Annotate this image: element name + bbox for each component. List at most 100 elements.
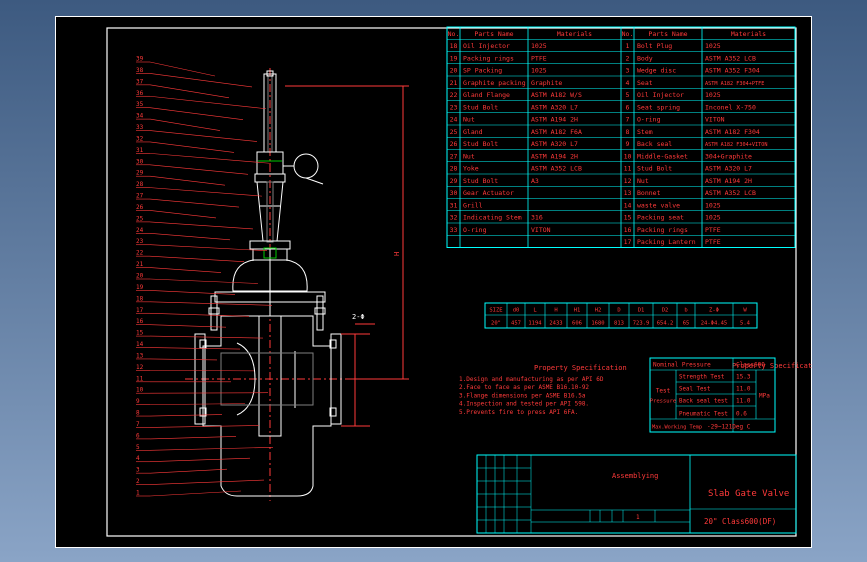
parts-table-cell: waste valve — [637, 201, 680, 209]
property-spec-item: 2.Face to face as per ASME B16.10-92 — [459, 384, 589, 391]
pressure-test-name: Pneumatic Test — [679, 412, 728, 418]
parts-table-cell: Indicating Stem — [463, 214, 522, 222]
leader-line — [149, 278, 259, 284]
parts-table-cell: 316 — [531, 214, 543, 222]
leader-lines — [136, 61, 274, 497]
balloon-23: 23 — [136, 238, 144, 245]
leader-line — [149, 73, 253, 88]
parts-table-cell: Yoke — [463, 165, 479, 173]
parts-table-cell: A3 — [531, 177, 539, 185]
dim-H-label: H — [393, 252, 401, 256]
leader-line — [149, 436, 237, 440]
balloon-21: 21 — [136, 261, 144, 268]
balloon-5: 5 — [136, 444, 140, 451]
test-pressure-label: Test — [656, 388, 671, 395]
handwheel-handle — [305, 177, 324, 185]
parts-table-cell: Packing rings — [637, 226, 688, 234]
parts-table-header: Parts Name — [474, 30, 513, 38]
parts-table-cell: 8 — [626, 128, 630, 136]
property-spec-item: 1.Design and manufacturing as per API 6D — [459, 376, 604, 383]
parts-table-cell: Body — [637, 54, 653, 62]
parts-table-cell: 10 — [624, 152, 632, 160]
parts-table-cell: 20 — [450, 67, 458, 75]
pressure-test-name: Back seal test — [679, 399, 728, 405]
parts-table-cell: Grill — [463, 201, 483, 209]
parts-table-cell: O-ring — [637, 116, 661, 124]
leader-line — [149, 164, 249, 175]
size-table-value: 813 — [614, 321, 624, 327]
property-specification: Property Specification 1.Design and manu… — [459, 364, 627, 416]
parts-table-cell: 19 — [450, 54, 458, 62]
leader-line — [149, 447, 274, 451]
valve-body — [202, 315, 332, 497]
balloon-31: 31 — [136, 147, 144, 154]
parts-table-cell: 23 — [450, 103, 458, 111]
balloon-12: 12 — [136, 364, 144, 371]
parts-table-cell: Bonnet — [637, 189, 661, 197]
property-spec-item: 3.Flange dimensions per ASME B16.5a — [459, 392, 586, 399]
leader-line — [149, 312, 250, 317]
parts-table-cell: 24 — [450, 116, 458, 124]
title-spec: 20" Class600(DF) — [704, 517, 776, 526]
parts-table-header: Materials — [557, 30, 592, 38]
size-table-header: L — [533, 308, 537, 314]
parts-table-cell: Oil Injector — [463, 42, 510, 50]
bonnet-stud-right — [316, 295, 324, 331]
parts-table-cell: Graphite — [531, 79, 562, 87]
parts-table-cell: 1025 — [705, 214, 721, 222]
parts-table-cell: Stud Bolt — [463, 140, 498, 148]
balloon-25: 25 — [136, 215, 144, 222]
max-temp-label: Max.Working Temp — [652, 425, 702, 431]
parts-table-cell: ASTM A352 LCB — [705, 54, 756, 62]
parts-table-cell: ASTM A194 2H — [531, 116, 578, 124]
parts-table-cell: Middle-Gasket — [637, 152, 688, 160]
size-table-value: 20" — [491, 321, 501, 327]
parts-table-cell: 16 — [624, 226, 632, 234]
parts-table-cell: ASTM A320 L7 — [531, 140, 578, 148]
parts-table-cell: 26 — [450, 140, 458, 148]
size-table-value: 606 — [572, 321, 582, 327]
parts-table-cell: Oil Injector — [637, 91, 684, 99]
balloon-29: 29 — [136, 170, 144, 177]
parts-table-cell: PTFE — [705, 238, 721, 246]
parts-table-header: Materials — [731, 30, 766, 38]
pressure-test-value: 11.0 — [736, 386, 751, 393]
size-table-value: 24-Φ4.45 — [701, 321, 728, 327]
parts-table-cell: Graphite packing — [463, 79, 526, 87]
parts-table-cell: ASTM A194 2H — [705, 177, 752, 185]
leader-line — [149, 255, 245, 262]
leader-line — [149, 61, 216, 77]
leader-line — [149, 403, 246, 405]
handwheel — [293, 153, 319, 179]
size-table-header: W — [743, 308, 747, 314]
parts-table-cell: ASTM A320 L7 — [531, 103, 578, 111]
balloon-39: 39 — [136, 56, 144, 63]
parts-table-cell: Nut — [637, 177, 649, 185]
property-spec-item: 5.Prevents fire to press API 6FA. — [459, 409, 578, 416]
parts-table-cell: Nut — [463, 152, 475, 160]
balloon-20: 20 — [136, 273, 144, 280]
parts-table-cell: 32 — [450, 214, 458, 222]
max-temp-value: -29~121Deg C — [707, 424, 751, 431]
size-table-value: 1194 — [528, 321, 542, 327]
balloon-16: 16 — [136, 318, 144, 325]
nominal-pressure-value: Class600 — [736, 362, 765, 369]
parts-table-cell: Stud Bolt — [637, 165, 672, 173]
pressure-test-name: Seal Test — [679, 387, 710, 393]
parts-table-cell: Stem — [637, 128, 653, 136]
balloon-6: 6 — [136, 432, 140, 439]
parts-table-cell: Back seal — [637, 140, 672, 148]
leader-line — [149, 244, 268, 252]
leader-line — [149, 392, 269, 394]
pressure-specification-table: Property Specification Nominal PressureC… — [649, 357, 825, 433]
parts-table-cell: Bolt Plug — [637, 42, 672, 50]
parts-table-cell: ASTM A182 F304+VITON — [705, 142, 767, 148]
balloon-19: 19 — [136, 284, 144, 291]
size-table-header: d0 — [513, 308, 520, 314]
leader-line — [149, 370, 255, 372]
balloon-37: 37 — [136, 78, 144, 85]
parts-table-cell: 31 — [450, 201, 458, 209]
size-table-header: D1 — [638, 308, 645, 314]
parts-table-header: No. — [448, 30, 460, 38]
parts-table-cell: Packing seat — [637, 214, 684, 222]
